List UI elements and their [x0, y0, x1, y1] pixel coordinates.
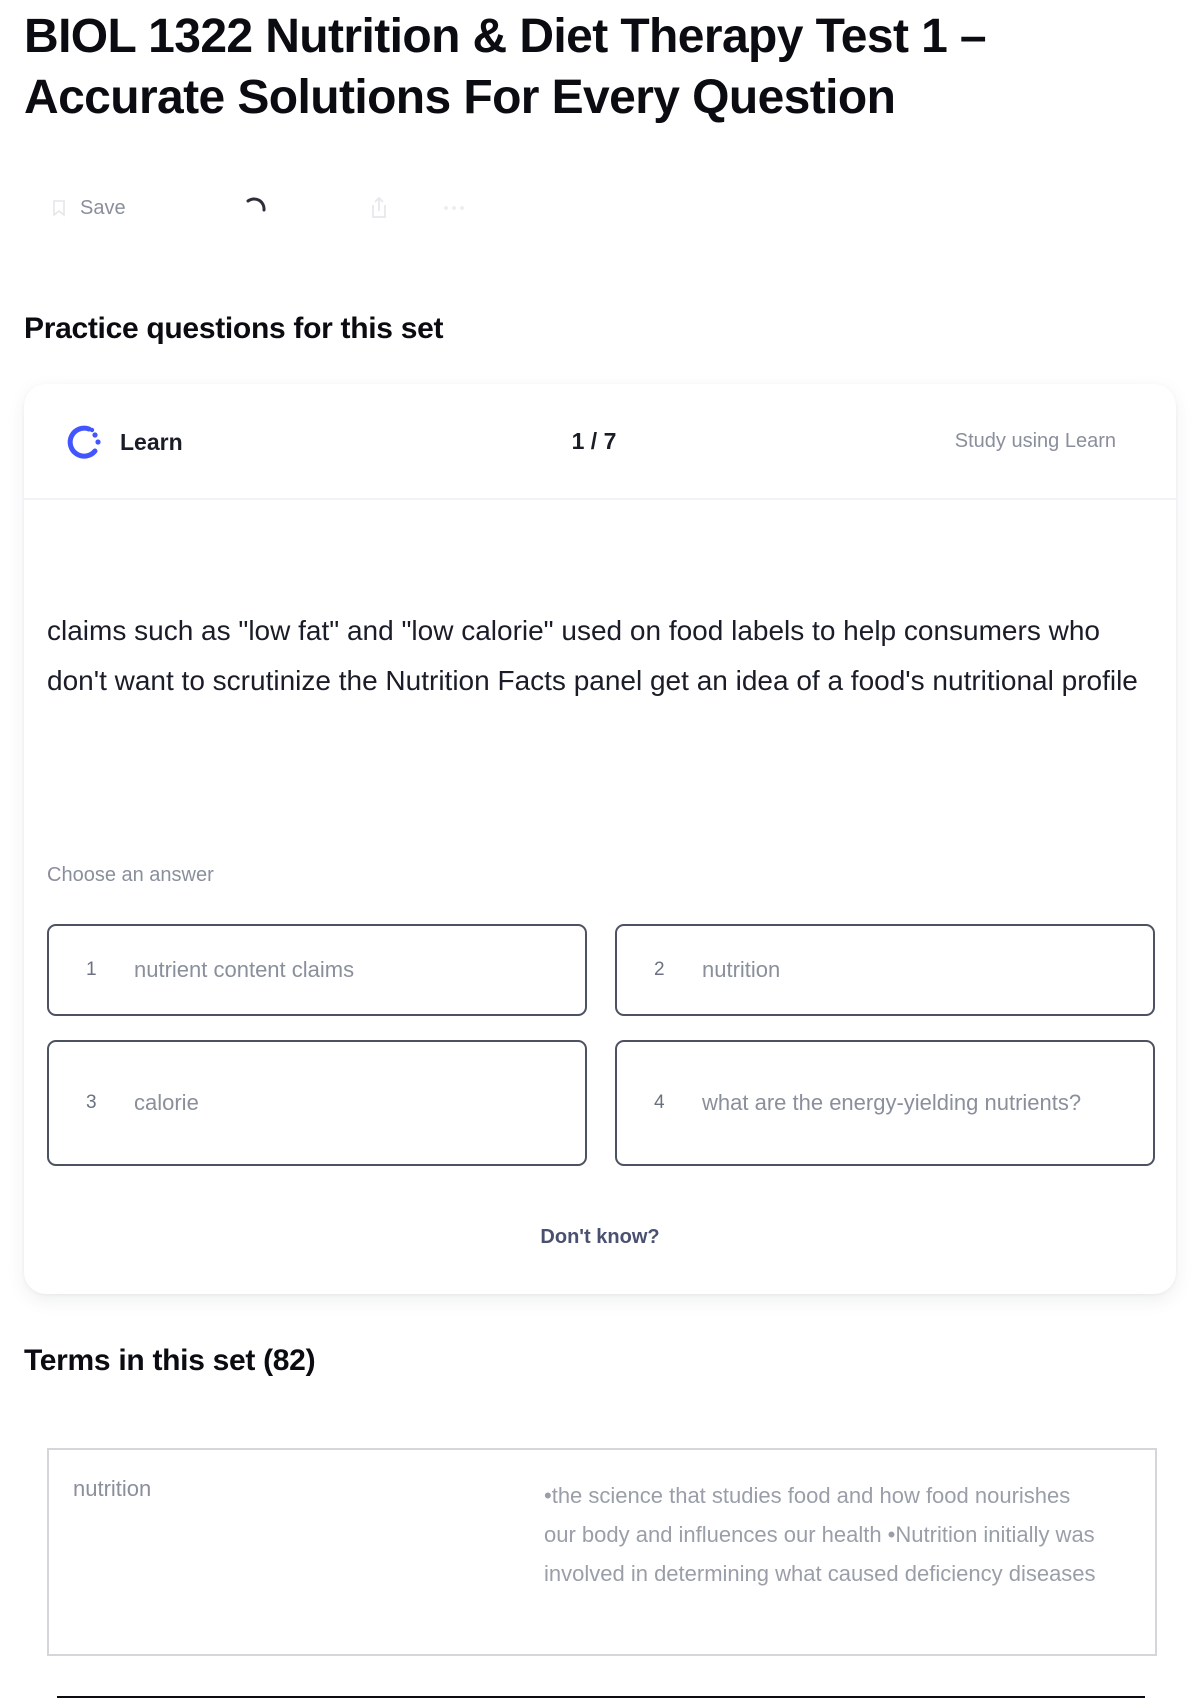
answer-option-2[interactable]: 2 nutrition	[615, 924, 1155, 1016]
progress-counter: 1 / 7	[571, 428, 617, 454]
answer-option-4[interactable]: 4 what are the energy-yielding nutrients…	[615, 1040, 1155, 1166]
page: BIOL 1322 Nutrition & Diet Therapy Test …	[0, 0, 1200, 1700]
answer-option-3[interactable]: 3 calorie	[47, 1040, 587, 1166]
term-definition: •the science that studies food and how f…	[544, 1483, 1096, 1586]
toolbar: Save	[50, 188, 510, 228]
practice-heading: Practice questions for this set	[24, 312, 444, 345]
card-header: Learn 1 / 7 Study using Learn	[24, 384, 1176, 500]
question-text: claims such as "low fat" and "low calori…	[47, 615, 1138, 696]
study-using-learn-link[interactable]: Study using Learn	[955, 430, 1116, 453]
set-title: BIOL 1322 Nutrition & Diet Therapy Test …	[24, 10, 987, 124]
answer-option-1[interactable]: 1 nutrient content claims	[47, 924, 587, 1016]
option-number: 1	[86, 959, 97, 980]
save-button[interactable]: Save	[50, 188, 126, 228]
more-options-icon[interactable]	[434, 193, 474, 223]
learn-brand: Learn	[62, 420, 183, 464]
choose-answer-label: Choose an answer	[47, 864, 214, 886]
option-text: nutrition	[702, 957, 781, 982]
bookmark-icon	[50, 199, 68, 217]
option-text: nutrient content claims	[134, 957, 355, 982]
terms-heading: Terms in this set (82)	[24, 1344, 316, 1377]
dont-know-button[interactable]: Don't know?	[24, 1226, 1176, 1249]
term-card: nutrition •the science that studies food…	[47, 1448, 1157, 1656]
save-label: Save	[80, 196, 126, 219]
term-word: nutrition	[73, 1476, 152, 1501]
loading-spinner-icon[interactable]	[240, 192, 272, 224]
option-number: 2	[654, 959, 665, 980]
share-icon[interactable]	[364, 193, 394, 223]
option-number: 4	[654, 1092, 665, 1113]
option-number: 3	[86, 1092, 97, 1113]
option-text: what are the energy-yielding nutrients?	[702, 1090, 1082, 1115]
bottom-divider	[57, 1696, 1145, 1698]
option-text: calorie	[134, 1090, 199, 1115]
learn-icon	[62, 420, 106, 464]
learn-label: Learn	[120, 428, 183, 455]
